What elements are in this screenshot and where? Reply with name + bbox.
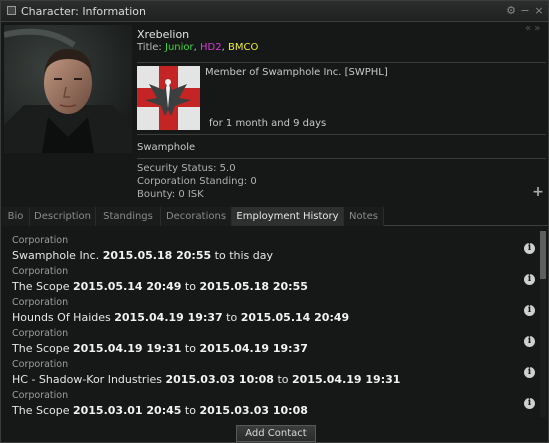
start-date: 2015.05.14 20:49: [72, 280, 182, 293]
corporation-link[interactable]: The Scope: [12, 404, 69, 417]
start-date: 2015.04.19 19:37: [114, 311, 223, 324]
row-type-label: Corporation: [12, 266, 69, 277]
start-date: 2015.03.03 10:08: [165, 373, 274, 386]
start-date: 2015.03.01 20:45: [72, 404, 182, 417]
info-icon[interactable]: i: [524, 336, 535, 347]
minimize-icon[interactable]: −: [519, 4, 531, 18]
tab-description[interactable]: Description: [30, 207, 96, 226]
corporation-link[interactable]: HC - Shadow-Kor Industries: [12, 373, 162, 386]
alliance-name[interactable]: Swamphole: [137, 142, 195, 153]
date-separator: to: [184, 404, 196, 417]
corporation-membership[interactable]: Member of Swamphole Inc. [SWPHL]: [205, 67, 388, 78]
info-icon[interactable]: i: [524, 398, 535, 409]
date-separator: to: [184, 280, 196, 293]
tab-bar: Bio Description Standings Decorations Em…: [2, 207, 548, 226]
corporation-standing: Corporation Standing: 0: [137, 176, 257, 187]
tab-employment-history[interactable]: Employment History: [232, 207, 344, 226]
row-text: Swamphole Inc. 2015.05.18 20:55 to this …: [12, 249, 273, 262]
end-date: 2015.04.19 19:37: [199, 342, 308, 355]
row-text: The Scope 2015.03.01 20:45 to 2015.03.03…: [12, 404, 308, 417]
row-text: HC - Shadow-Kor Industries 2015.03.03 10…: [12, 373, 400, 386]
end-date: 2015.05.18 20:55: [199, 280, 308, 293]
row-text: Hounds Of Haides 2015.04.19 19:37 to 201…: [12, 311, 349, 324]
security-status: Security Status: 5.0: [137, 163, 236, 174]
row-type-label: Corporation: [12, 297, 69, 308]
start-date: 2015.04.19 19:31: [72, 342, 182, 355]
row-type-label: Corporation: [12, 359, 69, 370]
end-date: 2015.05.14 20:49: [240, 311, 350, 324]
character-name[interactable]: Xrebelion: [137, 28, 189, 41]
info-icon[interactable]: i: [524, 305, 535, 316]
tab-decorations[interactable]: Decorations: [161, 207, 232, 226]
start-date: 2015.05.18 20:55: [102, 249, 212, 262]
title-prefix: Title:: [137, 42, 162, 53]
scrollbar[interactable]: [540, 231, 546, 417]
character-portrait[interactable]: [4, 25, 132, 153]
add-contact-button[interactable]: Add Contact: [236, 425, 316, 442]
corporation-link[interactable]: The Scope: [12, 280, 69, 293]
date-separator: to: [214, 249, 226, 262]
corporation-link[interactable]: Hounds Of Haides: [12, 311, 111, 324]
plus-icon[interactable]: +: [532, 185, 544, 199]
list-item[interactable]: Corporation Swamphole Inc. 2015.05.18 20…: [4, 233, 538, 264]
info-icon[interactable]: i: [524, 274, 535, 285]
end-date: this day: [229, 249, 273, 262]
end-date: 2015.04.19 19:31: [291, 373, 401, 386]
title-bmco[interactable]: BMCO: [228, 42, 258, 53]
row-text: The Scope 2015.04.19 19:31 to 2015.04.19…: [12, 342, 308, 355]
tab-notes[interactable]: Notes: [344, 207, 384, 226]
employment-history-list[interactable]: Corporation Swamphole Inc. 2015.05.18 20…: [4, 230, 538, 417]
corporation-section: Member of Swamphole Inc. [SWPHL] for 1 m…: [137, 62, 546, 135]
date-separator: to: [226, 311, 238, 324]
list-item[interactable]: Corporation HC - Shadow-Kor Industries 2…: [4, 357, 538, 388]
row-text: The Scope 2015.05.14 20:49 to 2015.05.18…: [12, 280, 308, 293]
date-separator: to: [277, 373, 289, 386]
row-type-label: Corporation: [12, 328, 69, 339]
window-title: Character: Information: [21, 5, 146, 18]
collapse-arrows-icon[interactable]: « »: [525, 23, 540, 34]
title-junior[interactable]: Junior: [165, 42, 194, 53]
date-separator: to: [184, 342, 196, 355]
membership-duration: for 1 month and 9 days: [209, 118, 327, 129]
alliance-section: Swamphole: [137, 142, 546, 159]
close-icon[interactable]: ×: [533, 4, 545, 18]
settings-icon[interactable]: ⚙: [505, 4, 517, 18]
list-item[interactable]: Corporation The Scope 2015.03.01 20:45 t…: [4, 388, 538, 417]
list-item[interactable]: Corporation Hounds Of Haides 2015.04.19 …: [4, 295, 538, 326]
title-bar[interactable]: Character: Information ⚙ − ×: [1, 1, 548, 22]
info-icon[interactable]: i: [524, 367, 535, 378]
character-titles: Title: Junior, HD2, BMCO: [137, 42, 259, 53]
corporation-logo[interactable]: [137, 66, 200, 130]
title-hd2[interactable]: HD2: [200, 42, 222, 53]
scroll-thumb[interactable]: [540, 231, 546, 279]
character-info-window: Character: Information ⚙ − × Xrebelion T…: [0, 0, 549, 443]
list-item[interactable]: Corporation The Scope 2015.04.19 19:31 t…: [4, 326, 538, 357]
corporation-link[interactable]: Swamphole Inc.: [12, 249, 99, 262]
tab-bio[interactable]: Bio: [2, 207, 30, 226]
bounty: Bounty: 0 ISK: [137, 189, 204, 200]
row-type-label: Corporation: [12, 235, 69, 246]
window-icon: [7, 6, 16, 15]
end-date: 2015.03.03 10:08: [199, 404, 308, 417]
row-type-label: Corporation: [12, 390, 69, 401]
info-icon[interactable]: i: [524, 243, 535, 254]
tab-standings[interactable]: Standings: [96, 207, 161, 226]
list-item[interactable]: Corporation The Scope 2015.05.14 20:49 t…: [4, 264, 538, 295]
corporation-link[interactable]: The Scope: [12, 342, 69, 355]
